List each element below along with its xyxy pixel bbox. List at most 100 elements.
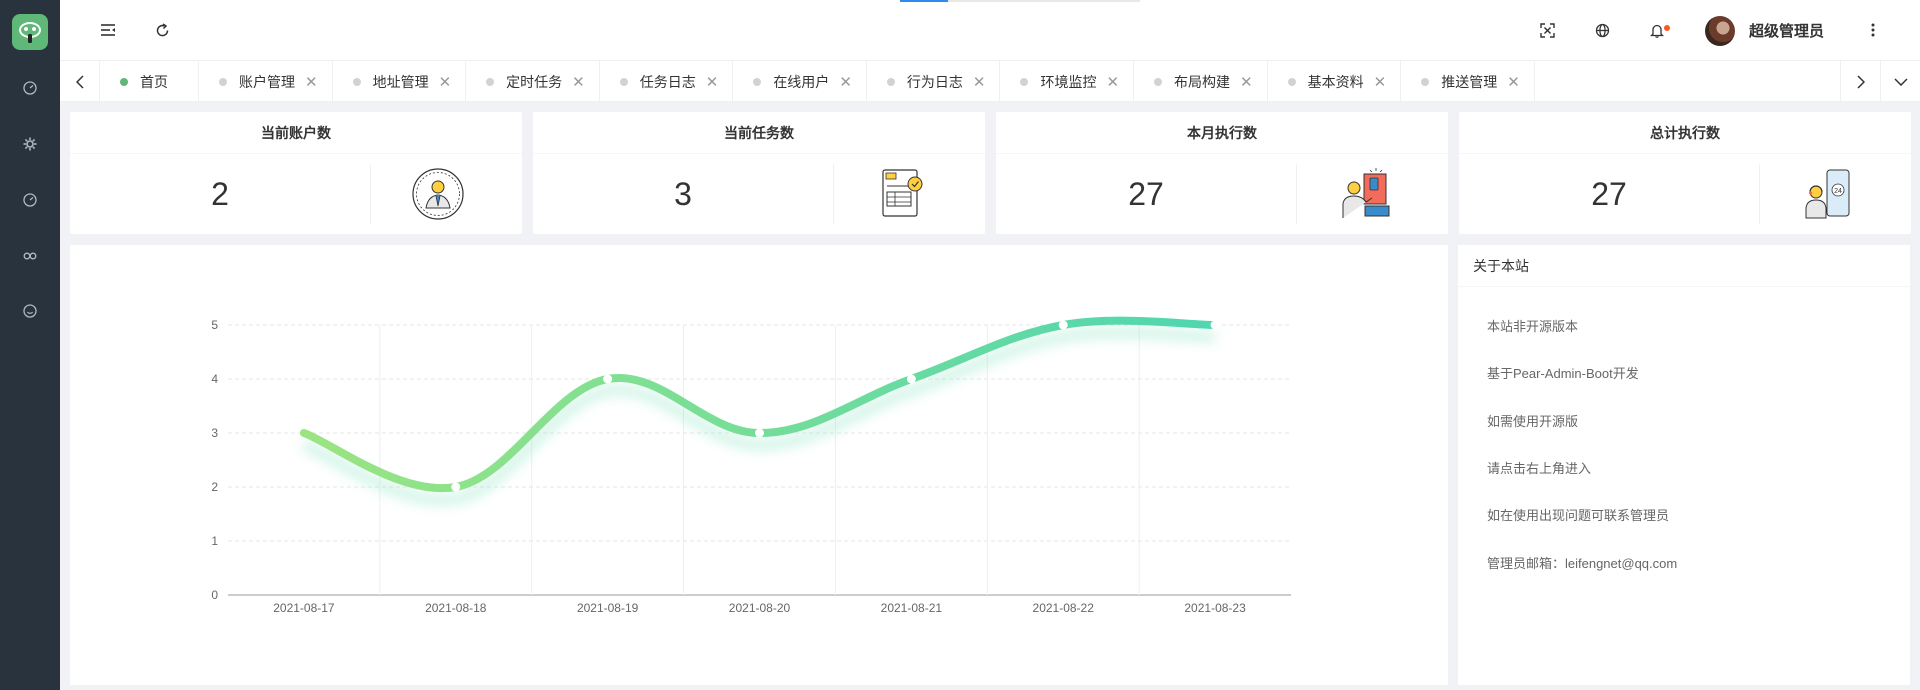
y-tick-label: 4 <box>211 372 218 386</box>
monitor-icon[interactable] <box>17 187 43 213</box>
x-tick-label: 2021-08-17 <box>273 601 335 615</box>
data-point <box>755 428 764 438</box>
tab-close-icon[interactable]: ✕ <box>572 73 585 91</box>
tab-label: 基本资料 <box>1307 73 1364 90</box>
fullscreen-icon[interactable] <box>1532 15 1562 45</box>
svg-text:24: 24 <box>1834 188 1842 195</box>
tab-label: 定时任务 <box>506 73 563 90</box>
language-icon[interactable] <box>1587 15 1617 45</box>
top-progress <box>900 0 1140 2</box>
about-item: 基于Pear-Admin-Boot开发 <box>1487 366 1639 381</box>
tab-dropdown-icon[interactable] <box>1880 61 1920 102</box>
card-title: 当前任务数 <box>533 112 985 154</box>
tab-close-icon[interactable]: ✕ <box>1374 73 1387 91</box>
tab-close-icon[interactable]: ✕ <box>305 73 318 91</box>
tab-status-dot <box>886 77 895 86</box>
invoice-icon <box>869 162 933 226</box>
about-item: 如在使用出现问题可联系管理员 <box>1487 508 1670 523</box>
tab-close-icon[interactable]: ✕ <box>1106 73 1119 91</box>
card-total-exec: 总计执行数 27 24 <box>1459 112 1911 234</box>
line-chart: 0 1 2 3 4 5 2021-08-17 2021-08-18 2021-08-19 2021… <box>211 316 1291 615</box>
refresh-icon[interactable] <box>147 15 177 45</box>
tab-close-icon[interactable]: ✕ <box>973 73 986 91</box>
tab-label: 推送管理 <box>1441 73 1498 90</box>
tab-status-dot <box>486 77 495 86</box>
y-tick-label: 5 <box>211 318 218 332</box>
menu-toggle-icon[interactable] <box>93 15 123 45</box>
tab-label: 首页 <box>140 73 168 90</box>
card-value: 27 <box>1128 175 1164 212</box>
tab-7[interactable]: 环境监控 ✕ <box>1000 61 1135 102</box>
chart-panel: 0 1 2 3 4 5 2021-08-17 2021-08-18 2021-08-19 2021… <box>70 245 1448 685</box>
tab-list: 首页 账户管理 ✕ 地址管理 ✕ 定时任务 ✕ 任务日志 ✕ 在线用户 ✕ 行为日志 ✕ 环境监控 ✕ 布局构… <box>100 61 1535 102</box>
settings-icon[interactable] <box>17 131 43 157</box>
tab-close-icon[interactable]: ✕ <box>706 73 719 91</box>
tab-status-dot <box>352 77 361 86</box>
tab-close-icon[interactable]: ✕ <box>1240 73 1253 91</box>
tab-1[interactable]: 账户管理 ✕ <box>199 61 333 102</box>
tab-close-icon[interactable]: ✕ <box>1507 73 1520 91</box>
series-line-shadow <box>302 327 1216 506</box>
avatar[interactable] <box>1705 16 1735 46</box>
tab-4[interactable]: 任务日志 ✕ <box>600 61 734 102</box>
card-month-exec: 本月执行数 27 <box>996 112 1448 234</box>
tab-label: 在线用户 <box>773 73 830 90</box>
card-value: 3 <box>674 175 692 212</box>
tab-label: 布局构建 <box>1174 73 1231 90</box>
card-task-count: 当前任务数 3 <box>533 112 985 234</box>
tab-next-icon[interactable] <box>1840 61 1880 102</box>
about-item: 如需使用开源版 <box>1487 414 1579 429</box>
y-tick-label: 1 <box>211 534 218 548</box>
tab-label: 任务日志 <box>639 73 696 90</box>
tab-status-dot <box>753 77 762 86</box>
username[interactable]: 超级管理员 <box>1749 20 1824 41</box>
dashboard-icon[interactable] <box>17 75 43 101</box>
more-vertical-icon[interactable] <box>1858 15 1888 45</box>
card-title: 本月执行数 <box>996 112 1448 154</box>
y-tick-label: 3 <box>211 426 218 440</box>
y-tick-label: 0 <box>211 588 218 602</box>
notification-dot <box>1664 25 1670 31</box>
x-tick-label: 2021-08-22 <box>1033 601 1095 615</box>
tab-5[interactable]: 在线用户 ✕ <box>733 61 867 102</box>
tab-status-dot <box>120 77 128 86</box>
data-point <box>1058 320 1068 330</box>
tab-status-dot <box>1020 77 1029 86</box>
tab-status-dot <box>619 77 628 86</box>
worker-icon <box>1332 162 1396 226</box>
series-line <box>299 316 1220 493</box>
link-icon[interactable] <box>17 243 43 269</box>
x-tick-label: 2021-08-18 <box>425 601 487 615</box>
tab-close-icon[interactable]: ✕ <box>839 73 852 91</box>
tab-prev-icon[interactable] <box>60 61 100 102</box>
tab-10[interactable]: 推送管理 ✕ <box>1401 61 1535 102</box>
tab-status-dot <box>1154 77 1163 86</box>
smile-icon[interactable] <box>17 298 43 324</box>
header: 超级管理员 <box>60 0 1920 60</box>
tab-close-icon[interactable]: ✕ <box>439 73 452 91</box>
tab-6[interactable]: 行为日志 ✕ <box>867 61 1001 102</box>
tab-0[interactable]: 首页 <box>100 61 199 102</box>
about-email: 管理员邮箱：leifengnet@qq.com <box>1487 556 1678 571</box>
tab-9[interactable]: 基本资料 ✕ <box>1268 61 1402 102</box>
data-point <box>451 482 461 492</box>
card-title: 总计执行数 <box>1459 112 1911 154</box>
tab-label: 行为日志 <box>906 73 963 90</box>
tab-status-dot <box>1421 77 1430 86</box>
about-title: 关于本站 <box>1458 245 1910 287</box>
tab-status-dot <box>219 77 227 86</box>
tab-3[interactable]: 定时任务 ✕ <box>466 61 600 102</box>
user-avatar-icon <box>406 162 470 226</box>
about-panel: 关于本站 本站非开源版本 基于Pear-Admin-Boot开发 如需使用开源版… <box>1458 245 1910 685</box>
x-tick-label: 2021-08-20 <box>729 601 791 615</box>
card-account-count: 当前账户数 2 <box>70 112 522 234</box>
about-item: 请点击右上角进入 <box>1487 461 1592 476</box>
tab-2[interactable]: 地址管理 ✕ <box>333 61 467 102</box>
card-value: 27 <box>1591 175 1627 212</box>
x-tick-label: 2021-08-23 <box>1184 601 1246 615</box>
logo-icon[interactable] <box>12 14 48 50</box>
tab-8[interactable]: 布局构建 ✕ <box>1134 61 1268 102</box>
data-point <box>1210 320 1220 330</box>
y-tick-label: 2 <box>211 480 218 494</box>
notification-bell-icon[interactable] <box>1642 15 1672 45</box>
